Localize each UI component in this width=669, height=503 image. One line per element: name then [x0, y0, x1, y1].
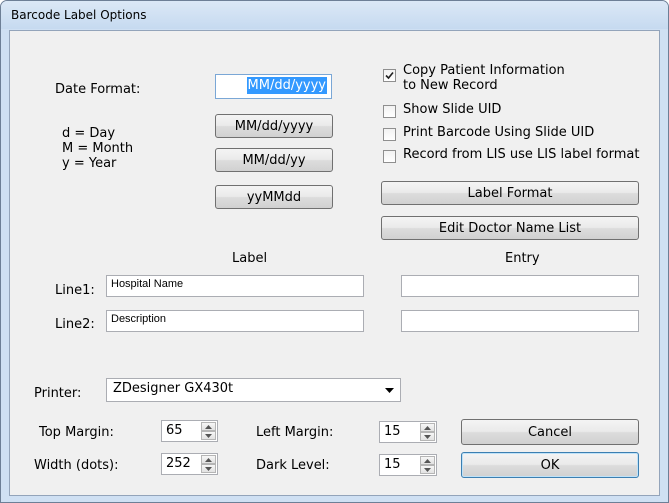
- top-margin-spin-buttons: [201, 422, 216, 440]
- legend-year: y = Year: [62, 156, 117, 171]
- date-format-label: Date Format:: [55, 82, 141, 97]
- left-margin-label: Left Margin:: [256, 425, 334, 440]
- printer-select[interactable]: ZDesigner GX430t: [106, 378, 401, 402]
- width-dots-spinner[interactable]: 252: [161, 453, 218, 475]
- spin-up-icon[interactable]: [420, 423, 435, 432]
- checkmark-icon: [385, 71, 394, 80]
- lis-label-format-label: Record from LIS use LIS label format: [403, 147, 640, 162]
- left-margin-spin-buttons: [420, 423, 435, 441]
- legend-day: d = Day: [62, 126, 116, 141]
- copy-patient-checkbox[interactable]: [383, 69, 396, 82]
- spin-down-icon[interactable]: [201, 431, 216, 440]
- date-format-yymmdd-button[interactable]: yyMMdd: [215, 185, 333, 209]
- left-margin-value: 15: [384, 424, 401, 439]
- date-format-mmddyyyy-button[interactable]: MM/dd/yyyy: [215, 114, 333, 138]
- spin-down-icon[interactable]: [201, 464, 216, 473]
- copy-patient-label-line2: to New Record: [403, 78, 498, 93]
- barcode-label-options-window: Barcode Label Options Date Format: MM/dd…: [0, 0, 669, 503]
- ok-button[interactable]: OK: [461, 452, 639, 478]
- dark-level-value: 15: [384, 457, 401, 472]
- width-dots-label: Width (dots):: [34, 458, 119, 473]
- title-bar[interactable]: Barcode Label Options: [1, 1, 668, 29]
- line1-label: Line1:: [55, 283, 95, 298]
- left-margin-spinner[interactable]: 15: [379, 421, 437, 443]
- dark-level-spinner[interactable]: 15: [379, 454, 437, 476]
- chevron-down-icon: [385, 388, 394, 393]
- print-barcode-uid-label: Print Barcode Using Slide UID: [403, 125, 595, 140]
- date-format-input[interactable]: MM/dd/yyyy: [215, 74, 332, 99]
- spin-down-icon[interactable]: [420, 432, 435, 441]
- top-margin-spinner[interactable]: 65: [161, 420, 218, 442]
- print-barcode-uid-checkbox[interactable]: [383, 128, 396, 141]
- edit-doctor-name-list-button[interactable]: Edit Doctor Name List: [381, 216, 639, 240]
- label-format-button[interactable]: Label Format: [381, 181, 639, 205]
- line1-label-input[interactable]: Hospital Name: [106, 275, 364, 297]
- line2-label: Line2:: [55, 317, 95, 332]
- top-margin-value: 65: [166, 423, 183, 438]
- line2-label-input[interactable]: Description: [106, 310, 364, 332]
- copy-patient-label-line1: Copy Patient Information: [403, 63, 565, 78]
- spin-up-icon[interactable]: [201, 422, 216, 431]
- top-margin-label: Top Margin:: [39, 425, 114, 440]
- printer-selected-value: ZDesigner GX430t: [113, 381, 234, 396]
- show-slide-uid-label: Show Slide UID: [403, 102, 502, 117]
- width-dots-spin-buttons: [201, 455, 216, 473]
- printer-label: Printer:: [34, 386, 82, 401]
- show-slide-uid-checkbox[interactable]: [383, 105, 396, 118]
- line1-entry-input[interactable]: [401, 275, 639, 297]
- width-dots-value: 252: [166, 456, 191, 471]
- window-title: Barcode Label Options: [11, 8, 147, 22]
- dark-level-spin-buttons: [420, 456, 435, 474]
- dialog-body: Date Format: MM/dd/yyyy d = Day M = Mont…: [9, 30, 660, 496]
- date-format-mmddyy-button[interactable]: MM/dd/yy: [215, 148, 333, 172]
- line2-entry-input[interactable]: [401, 310, 639, 332]
- lis-label-format-checkbox[interactable]: [383, 150, 396, 163]
- cancel-button[interactable]: Cancel: [461, 419, 639, 445]
- date-format-value: MM/dd/yyyy: [246, 77, 327, 94]
- spin-down-icon[interactable]: [420, 465, 435, 474]
- spin-up-icon[interactable]: [420, 456, 435, 465]
- spin-up-icon[interactable]: [201, 455, 216, 464]
- dark-level-label: Dark Level:: [256, 458, 330, 473]
- entry-column-header: Entry: [505, 251, 540, 266]
- legend-month: M = Month: [62, 141, 134, 156]
- label-column-header: Label: [232, 251, 268, 266]
